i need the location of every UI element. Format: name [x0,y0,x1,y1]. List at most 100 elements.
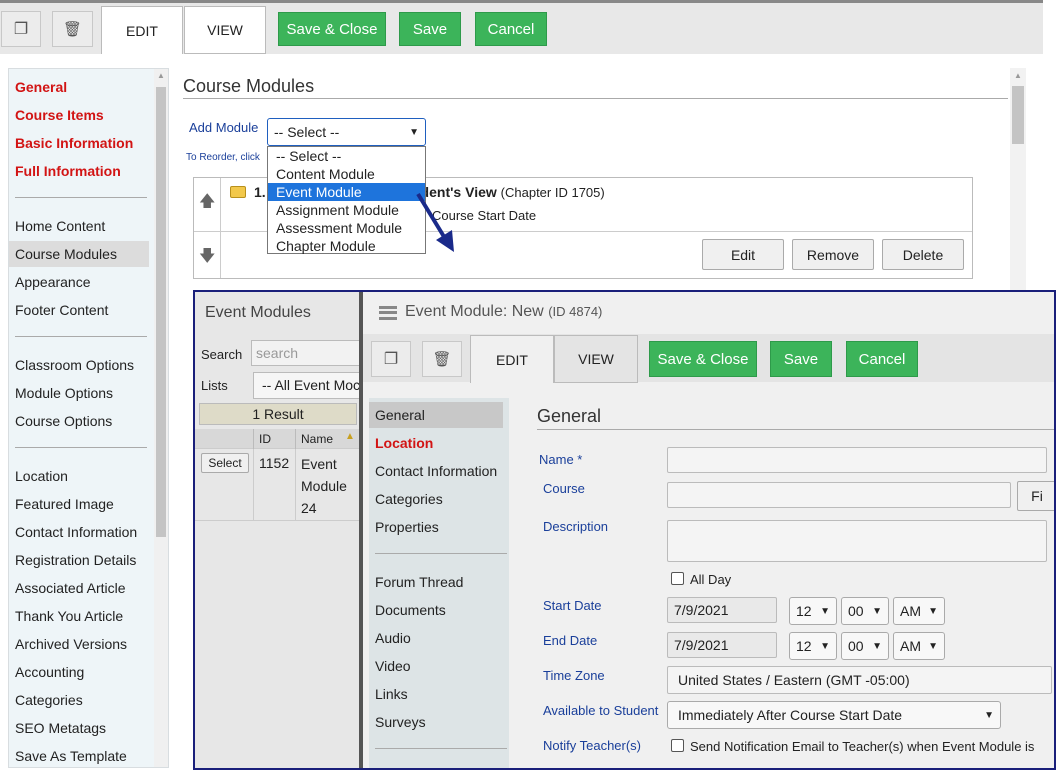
name-input[interactable] [667,447,1047,473]
nav-item-properties[interactable]: Properties [369,514,509,540]
sidebar-item-save-as-template[interactable]: Save As Template [9,743,149,767]
start-date-input[interactable]: 7/9/2021 [667,597,777,623]
sidebar-item-basic-information[interactable]: Basic Information [9,130,149,156]
copy-button[interactable]: ❐ [1,11,41,47]
sidebar-item-course-modules[interactable]: Course Modules [9,241,149,267]
tab-view[interactable]: VIEW [554,335,638,383]
sidebar-item-home-content[interactable]: Home Content [9,213,149,239]
notify-checkbox[interactable] [671,739,684,752]
sidebar-item-general[interactable]: General [9,74,149,100]
save-close-button[interactable]: Save & Close [649,341,757,377]
nav-item-forum-thread[interactable]: Forum Thread [369,569,509,595]
move-down-icon[interactable]: 🡇 [199,245,215,272]
chevron-down-icon: ▼ [928,640,938,652]
sidebar-item-classroom-options[interactable]: Classroom Options [9,352,149,378]
course-input[interactable] [667,482,1011,508]
notify-text: Send Notification Email to Teacher(s) wh… [690,739,1035,754]
dropdown-option-selected[interactable]: Event Module [268,183,425,201]
description-textarea[interactable] [667,520,1047,562]
sidebar-item-thank-you-article[interactable]: Thank You Article [9,603,149,629]
find-course-button[interactable]: Fi [1017,481,1054,511]
sidebar-item-full-information[interactable]: Full Information [9,158,149,184]
select-row-button[interactable]: Select [201,453,249,473]
nav-item-contact-information[interactable]: Contact Information [369,458,509,484]
delete-module-button[interactable]: Delete [882,239,964,270]
annotation-arrow-icon [416,192,454,252]
cancel-button[interactable]: Cancel [846,341,918,377]
sidebar-item-footer-content[interactable]: Footer Content [9,297,149,323]
sidebar-item-location[interactable]: Location [9,463,149,489]
sidebar-scroll-thumb[interactable] [156,87,166,537]
timezone-select[interactable]: United States / Eastern (GMT -05:00) [667,666,1052,694]
sidebar-item-seo-metatags[interactable]: SEO Metatags [9,715,149,741]
main-scrollbar[interactable]: ▲ [1010,68,1026,293]
sort-asc-icon[interactable]: ▲ [345,431,355,442]
dropdown-option[interactable]: -- Select -- [268,147,425,165]
col-id-header[interactable]: ID [259,432,271,446]
add-module-label: Add Module [189,120,259,135]
dropdown-option[interactable]: Content Module [268,165,425,183]
save-button[interactable]: Save [399,12,461,46]
delete-button[interactable]: 🗑 [52,11,93,47]
start-minute-select[interactable]: 00 ▼ [841,597,889,625]
main-scroll-thumb[interactable] [1012,86,1024,144]
tab-view[interactable]: VIEW [184,6,266,54]
section-divider [537,429,1054,430]
copy-button[interactable]: ❐ [371,341,411,377]
nav-item-general[interactable]: General [369,402,503,428]
nav-item-documents[interactable]: Documents [369,597,509,623]
sidebar-item-module-options[interactable]: Module Options [9,380,149,406]
sidebar-item-appearance[interactable]: Appearance [9,269,149,295]
edit-button[interactable]: Edit [702,239,784,270]
title-underline [183,98,1008,99]
section-title: General [537,406,602,426]
end-ampm-select[interactable]: AM ▼ [893,632,945,660]
nav-item-location[interactable]: Location [369,430,509,456]
sidebar-scrollbar[interactable]: ▲ [154,69,168,767]
start-hour-select[interactable]: 12 ▼ [789,597,837,625]
sidebar-item-registration-details[interactable]: Registration Details [9,547,149,573]
nav-item-audio[interactable]: Audio [369,625,509,651]
end-minute-select[interactable]: 00 ▼ [841,632,889,660]
end-hour-select[interactable]: 12 ▼ [789,632,837,660]
sidebar-item-contact-information[interactable]: Contact Information [9,519,149,545]
results-header: ID Name ▲ [195,429,359,449]
all-day-checkbox[interactable] [671,572,684,585]
nav-divider [375,553,507,554]
sidebar-item-course-items[interactable]: Course Items [9,102,149,128]
start-ampm-select[interactable]: AM ▼ [893,597,945,625]
nav-item-surveys[interactable]: Surveys [369,709,509,735]
hamburger-icon[interactable] [379,306,397,320]
dropdown-option[interactable]: Assessment Module [268,219,425,237]
scroll-up-icon[interactable]: ▲ [1014,71,1022,80]
available-select[interactable]: Immediately After Course Start Date ▼ [667,701,1001,729]
chevron-down-icon: ▼ [984,709,994,721]
cancel-button[interactable]: Cancel [475,12,547,46]
lists-select[interactable]: -- All Event Moc [253,372,363,399]
sidebar-item-accounting[interactable]: Accounting [9,659,149,685]
tab-edit[interactable]: EDIT [470,335,554,383]
nav-item-links[interactable]: Links [369,681,509,707]
search-input[interactable]: search [251,340,361,366]
dropdown-option[interactable]: Assignment Module [268,201,425,219]
sidebar-item-featured-image[interactable]: Featured Image [9,491,149,517]
tab-edit[interactable]: EDIT [101,6,183,54]
scroll-up-icon[interactable]: ▲ [157,71,165,80]
delete-button[interactable]: 🗑 [422,341,462,377]
sidebar-item-associated-article[interactable]: Associated Article [9,575,149,601]
sidebar-item-categories[interactable]: Categories [9,687,149,713]
remove-button[interactable]: Remove [792,239,874,270]
sidebar-item-archived-versions[interactable]: Archived Versions [9,631,149,657]
col-name-header[interactable]: Name [301,432,333,446]
row-name: Event Module 24 [301,456,347,516]
add-module-select[interactable]: -- Select -- ▼ [267,118,426,146]
move-up-icon[interactable]: 🡅 [199,190,215,217]
nav-item-categories[interactable]: Categories [369,486,509,512]
nav-item-video[interactable]: Video [369,653,509,679]
dropdown-option[interactable]: Chapter Module [268,237,425,255]
trash-icon: 🗑 [432,351,452,368]
end-date-input[interactable]: 7/9/2021 [667,632,777,658]
save-button[interactable]: Save [770,341,832,377]
save-close-button[interactable]: Save & Close [278,12,386,46]
sidebar-item-course-options[interactable]: Course Options [9,408,149,434]
